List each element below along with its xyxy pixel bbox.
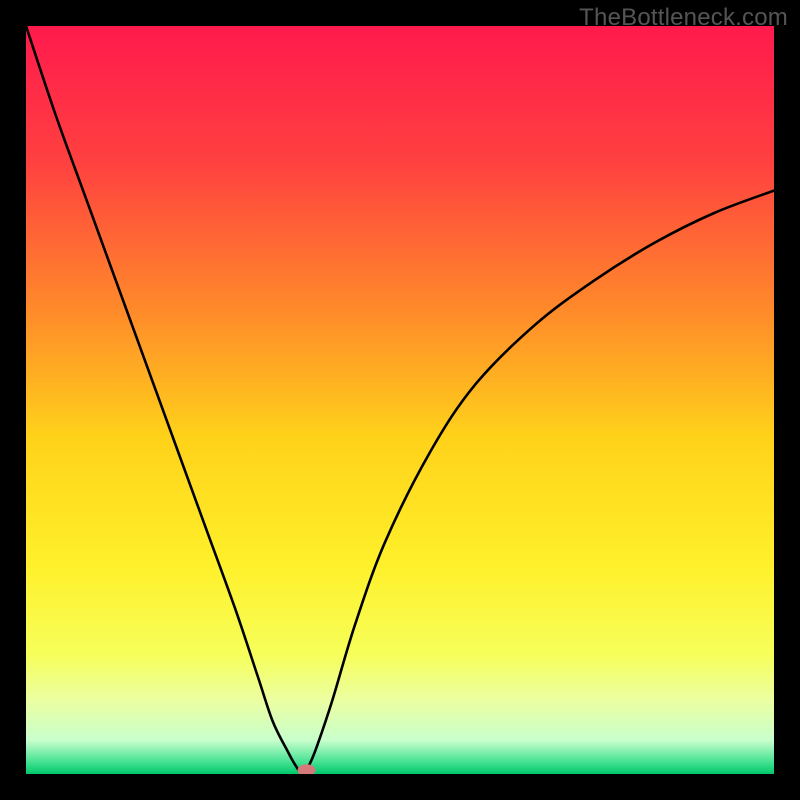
watermark-text: TheBottleneck.com — [579, 4, 788, 32]
bottleneck-chart — [26, 26, 774, 774]
gradient-background — [26, 26, 774, 774]
chart-frame — [26, 26, 774, 774]
